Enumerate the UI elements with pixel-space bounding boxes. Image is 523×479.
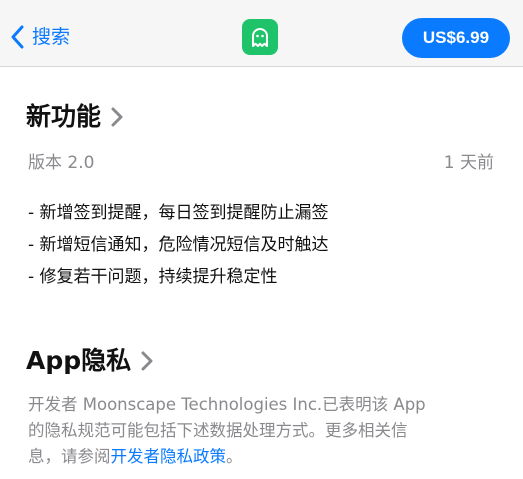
ghost-icon xyxy=(252,28,268,47)
release-notes: - 新增签到提醒，每日签到提醒防止漏签 - 新增短信通知，危险情况短信及时触达 … xyxy=(28,197,329,293)
privacy-line-suffix: 。 xyxy=(226,447,243,466)
privacy-line: 的隐私规范可能包括下述数据处理方式。更多相关信 xyxy=(28,421,408,440)
privacy-line: 息，请参阅开发者隐私政策。 xyxy=(28,444,498,470)
privacy-line: 开发者 Moonscape Technologies Inc.已表明该 App xyxy=(28,395,426,414)
back-label: 搜索 xyxy=(32,26,71,48)
app-icon[interactable] xyxy=(242,19,278,55)
back-button[interactable]: 搜索 xyxy=(10,22,70,52)
whats-new-title: 新功能 xyxy=(26,102,102,131)
app-privacy-title: App隐私 xyxy=(26,346,132,375)
developer-privacy-policy-link[interactable]: 开发者隐私政策 xyxy=(111,447,227,466)
chevron-right-icon xyxy=(111,107,123,127)
version-label: 版本 2.0 xyxy=(28,153,95,173)
chevron-right-icon xyxy=(141,351,153,371)
navigation-bar: 搜索 US$6.99 xyxy=(0,0,523,67)
privacy-line-prefix: 息，请参阅 xyxy=(28,447,111,466)
privacy-description: 开发者 Moonscape Technologies Inc.已表明该 App … xyxy=(28,392,498,470)
whats-new-header[interactable]: 新功能 xyxy=(26,101,123,133)
release-note-item: - 新增签到提醒，每日签到提醒防止漏签 xyxy=(28,203,329,223)
chevron-left-icon xyxy=(11,25,24,49)
buy-price-button[interactable]: US$6.99 xyxy=(402,18,510,58)
release-note-item: - 修复若干问题，持续提升稳定性 xyxy=(28,267,278,287)
release-date: 1 天前 xyxy=(443,153,494,173)
app-privacy-header[interactable]: App隐私 xyxy=(26,345,153,377)
release-note-item: - 新增短信通知，危险情况短信及时触达 xyxy=(28,235,329,255)
